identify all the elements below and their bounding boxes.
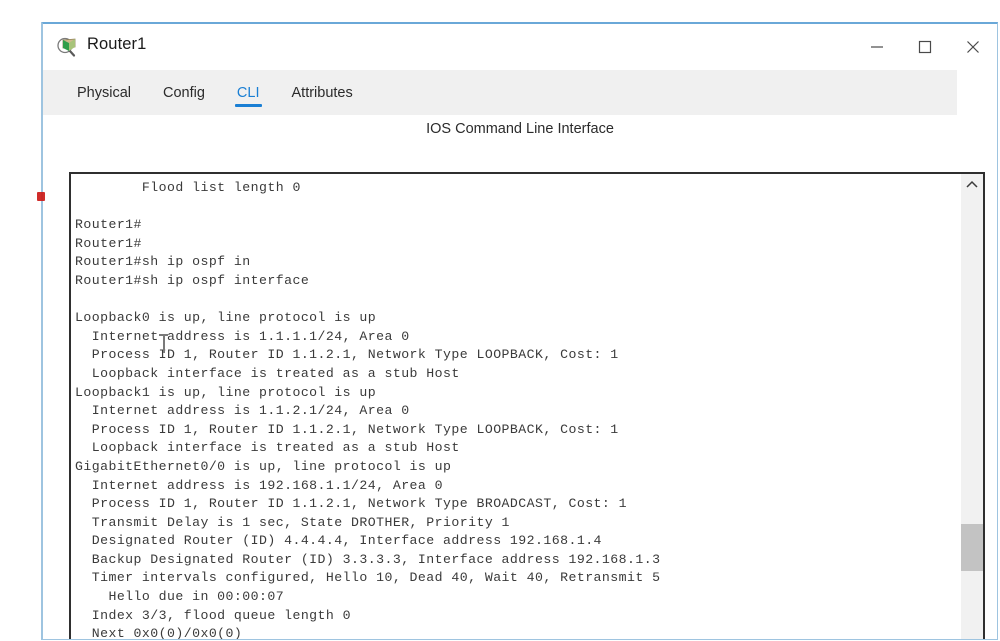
- terminal-line: Loopback1 is up, line protocol is up: [75, 384, 960, 403]
- scroll-down-button[interactable]: [961, 637, 983, 640]
- close-button[interactable]: [949, 24, 997, 70]
- red-edge-artifact: [37, 192, 45, 201]
- terminal-line: Next 0x0(0)/0x0(0): [75, 625, 960, 640]
- terminal-line: Process ID 1, Router ID 1.1.2.1, Network…: [75, 421, 960, 440]
- packet-tracer-router-icon: [57, 36, 79, 58]
- tab-cli[interactable]: CLI: [221, 70, 276, 115]
- window-controls: [853, 24, 997, 70]
- terminal-line: Loopback0 is up, line protocol is up: [75, 309, 960, 328]
- tab-config[interactable]: Config: [147, 70, 221, 115]
- terminal-output[interactable]: Flood list length 0 Router1#Router1#Rout…: [71, 174, 960, 640]
- minimize-icon: [870, 40, 884, 54]
- terminal-line: Internet address is 192.168.1.1/24, Area…: [75, 477, 960, 496]
- router-cli-window: Router1: [42, 22, 998, 640]
- chevron-up-icon: [966, 180, 978, 189]
- scroll-up-button[interactable]: [961, 174, 983, 194]
- scrollbar-thumb[interactable]: [961, 524, 983, 571]
- terminal-line: Loopback interface is treated as a stub …: [75, 439, 960, 458]
- maximize-button[interactable]: [901, 24, 949, 70]
- terminal-line: Hello due in 00:00:07: [75, 588, 960, 607]
- tab-strip-filler: [957, 70, 997, 115]
- terminal-lines: Flood list length 0 Router1#Router1#Rout…: [75, 179, 960, 640]
- tab-strip: Physical Config CLI Attributes: [43, 70, 997, 115]
- tab-list: Physical Config CLI Attributes: [61, 70, 369, 115]
- terminal-line: Index 3/3, flood queue length 0: [75, 607, 960, 626]
- minimize-button[interactable]: [853, 24, 901, 70]
- terminal-line: Internet address is 1.1.1.1/24, Area 0: [75, 328, 960, 347]
- terminal-line: Flood list length 0: [75, 179, 960, 198]
- terminal-container: Flood list length 0 Router1#Router1#Rout…: [69, 172, 985, 640]
- terminal-line: Internet address is 1.1.2.1/24, Area 0: [75, 402, 960, 421]
- terminal-line: Process ID 1, Router ID 1.1.2.1, Network…: [75, 346, 960, 365]
- terminal-scrollbar[interactable]: [960, 174, 983, 640]
- terminal-line: Router1#: [75, 235, 960, 254]
- terminal-line: Process ID 1, Router ID 1.1.2.1, Network…: [75, 495, 960, 514]
- tab-attributes[interactable]: Attributes: [276, 70, 369, 115]
- terminal-line: GigabitEthernet0/0 is up, line protocol …: [75, 458, 960, 477]
- terminal-line: [75, 291, 960, 310]
- terminal-line: Designated Router (ID) 4.4.4.4, Interfac…: [75, 532, 960, 551]
- terminal-line: Timer intervals configured, Hello 10, De…: [75, 569, 960, 588]
- maximize-icon: [918, 40, 932, 54]
- terminal-line: Loopback interface is treated as a stub …: [75, 365, 960, 384]
- tab-attributes-label: Attributes: [292, 85, 353, 101]
- scrollbar-track[interactable]: [961, 194, 983, 637]
- terminal-line: [75, 198, 960, 217]
- tab-physical-label: Physical: [77, 85, 131, 101]
- cli-content-area: IOS Command Line Interface Flood list le…: [43, 115, 997, 639]
- close-icon: [966, 40, 980, 54]
- terminal-line: Backup Designated Router (ID) 3.3.3.3, I…: [75, 551, 960, 570]
- cli-header-title: IOS Command Line Interface: [43, 121, 997, 137]
- terminal-line: Router1#sh ip ospf interface: [75, 272, 960, 291]
- tab-cli-label: CLI: [237, 85, 260, 101]
- terminal-line: Router1#: [75, 216, 960, 235]
- tab-physical[interactable]: Physical: [61, 70, 147, 115]
- tab-active-underline: [235, 104, 262, 107]
- window-title: Router1: [87, 35, 146, 54]
- tab-config-label: Config: [163, 85, 205, 101]
- terminal-line: Transmit Delay is 1 sec, State DROTHER, …: [75, 514, 960, 533]
- screenshot-root: Router1: [0, 0, 1000, 641]
- title-bar[interactable]: Router1: [43, 24, 997, 70]
- terminal-line: Router1#sh ip ospf in: [75, 253, 960, 272]
